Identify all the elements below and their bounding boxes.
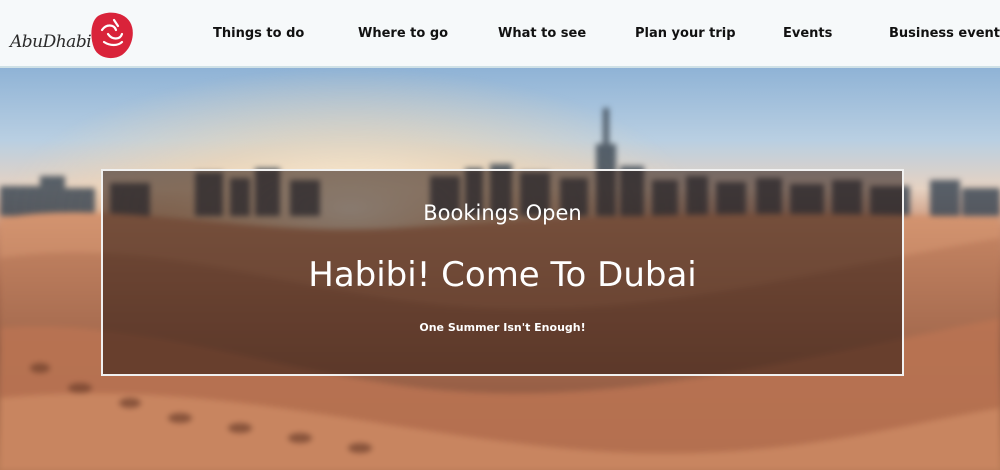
logo-emblem-icon [91,12,133,59]
nav-what-to-see[interactable]: What to see [498,26,586,41]
nav-events[interactable]: Events [783,26,832,41]
abu-dhabi-logo[interactable]: AbuDhabi [8,8,138,60]
nav-business-events[interactable]: Business events [889,26,1000,41]
bookings-open-heading: Bookings Open [423,201,582,225]
nav-plan-your-trip[interactable]: Plan your trip [635,26,736,41]
logo-wordmark: AbuDhabi [10,32,92,52]
promo-overlay-box: Bookings Open Habibi! Come To Dubai One … [101,169,904,376]
nav-where-to-go[interactable]: Where to go [358,26,448,41]
nav-things-to-do[interactable]: Things to do [213,26,304,41]
hero-headline: Habibi! Come To Dubai [308,255,697,295]
top-navigation-bar: AbuDhabi Things to do Where to go What t… [0,0,1000,68]
hero-tagline: One Summer Isn't Enough! [419,321,586,334]
